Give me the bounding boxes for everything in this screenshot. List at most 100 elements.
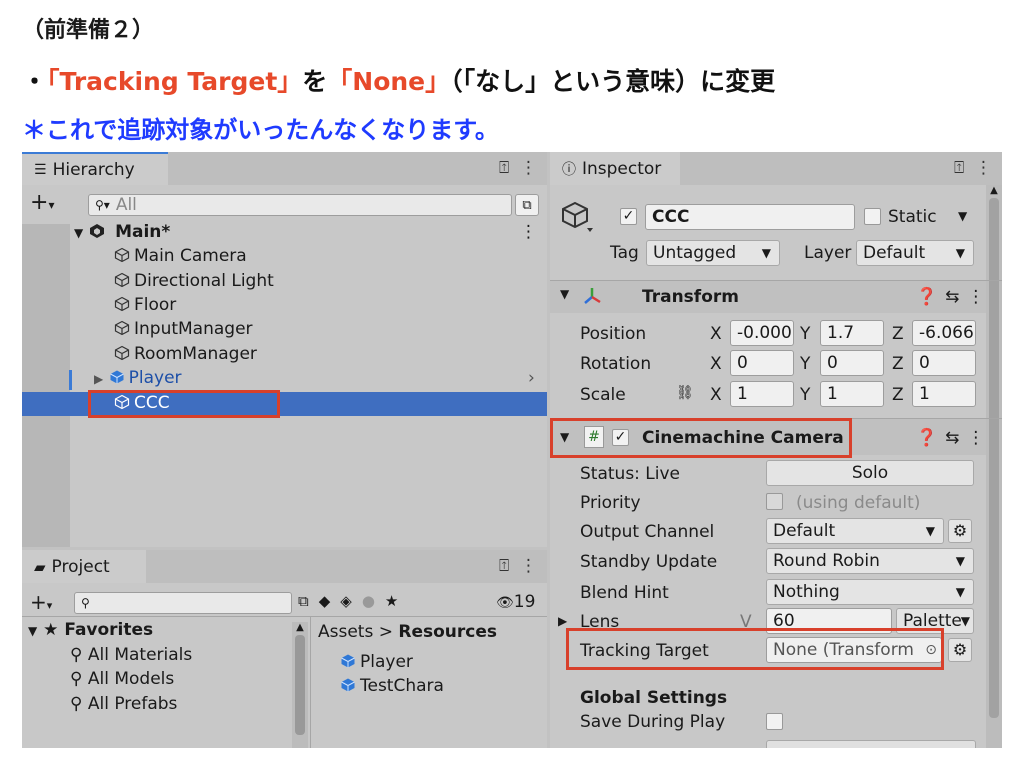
tag-dropdown[interactable]: Untagged ▼	[646, 240, 780, 266]
gear-icon[interactable]: ⚙	[948, 519, 972, 543]
next-dropdown-partial[interactable]	[766, 740, 976, 748]
item-label: Main Camera	[134, 246, 247, 266]
static-checkbox[interactable]	[864, 208, 881, 225]
solo-button[interactable]: Solo	[766, 460, 974, 486]
axis-y-label: Y	[800, 354, 811, 374]
static-dropdown-icon[interactable]: ▼	[958, 209, 967, 223]
hierarchy-item-roommanager[interactable]: RoomManager	[114, 344, 257, 364]
project-search-input[interactable]: ⚲	[74, 592, 292, 614]
step-instruction: ・「Tracking Target」を「None」（「なし」という意味）に変更	[22, 62, 775, 98]
kebab-menu-icon[interactable]: ⋮	[967, 428, 992, 448]
link-icon[interactable]: ⛓	[676, 385, 694, 401]
visibility-count[interactable]: 👁19	[496, 592, 535, 612]
breadcrumb-assets[interactable]: Assets	[318, 622, 373, 642]
tab-hierarchy[interactable]: ☰ Hierarchy	[22, 152, 168, 185]
lock-icon[interactable]: ⍐	[499, 158, 509, 178]
layer-dropdown[interactable]: Default ▼	[856, 240, 974, 266]
gameobject-large-icon[interactable]	[560, 200, 594, 234]
favorite-all-models[interactable]: ⚲ All Models	[70, 669, 174, 689]
kebab-menu-icon[interactable]: ⋮	[520, 556, 537, 576]
hierarchy-item-inputmanager[interactable]: InputManager	[114, 319, 253, 339]
preset-icon[interactable]: ⇆	[945, 428, 967, 448]
scroll-up-icon[interactable]: ▲	[292, 622, 308, 633]
axis-y-label: Y	[800, 385, 811, 405]
eye-icon: 👁	[496, 595, 514, 611]
hierarchy-item-floor[interactable]: Floor	[114, 295, 176, 315]
add-asset-button[interactable]: +▾	[30, 590, 52, 614]
log-icon[interactable]: ●	[362, 592, 385, 610]
hierarchy-item-main-camera[interactable]: Main Camera	[114, 246, 247, 266]
panel-controls[interactable]: ⍐ ⋮	[954, 158, 992, 178]
panel-controls[interactable]: ⍐ ⋮	[499, 158, 537, 178]
chevron-right-icon[interactable]: ›	[528, 368, 535, 388]
kebab-menu-icon[interactable]: ⋮	[967, 287, 992, 307]
save-during-play-checkbox[interactable]	[766, 713, 783, 730]
object-name-field[interactable]: CCC	[645, 204, 855, 230]
standby-update-dropdown[interactable]: Round Robin ▼	[766, 548, 974, 574]
label-filter-icon[interactable]: ◈	[340, 592, 362, 610]
scale-y-field[interactable]: 1	[820, 381, 884, 407]
search-input[interactable]: ⚲▾ All	[88, 194, 512, 216]
scale-x-field[interactable]: 1	[730, 381, 794, 407]
hierarchy-item-directional-light[interactable]: Directional Light	[114, 271, 274, 291]
kebab-menu-icon[interactable]: ⋮	[975, 158, 992, 178]
asset-testchara[interactable]: TestChara	[340, 676, 444, 696]
list-icon: ☰	[34, 161, 47, 178]
cinemachine-highlight-box	[550, 418, 852, 458]
favorite-all-materials[interactable]: ⚲ All Materials	[70, 645, 192, 665]
help-icon[interactable]: ❓	[916, 287, 945, 307]
expand-arrow-icon[interactable]: ▼	[28, 624, 37, 638]
scroll-thumb[interactable]	[989, 198, 999, 718]
add-button[interactable]: +▾	[30, 190, 54, 215]
rotation-y-field[interactable]: 0	[820, 350, 884, 376]
breadcrumb-resources[interactable]: Resources	[398, 622, 497, 642]
kebab-menu-icon[interactable]: ⋮	[520, 158, 537, 178]
favorite-all-prefabs[interactable]: ⚲ All Prefabs	[70, 694, 177, 714]
favorites-header[interactable]: ▼ ★ Favorites	[28, 620, 153, 640]
scale-z-field[interactable]: 1	[912, 381, 976, 407]
hierarchy-item-player[interactable]: ▶ Player	[94, 368, 182, 388]
blend-hint-dropdown[interactable]: Nothing ▼	[766, 579, 974, 605]
output-channel-dropdown[interactable]: Default ▼	[766, 518, 944, 544]
lock-icon[interactable]: ⍐	[954, 158, 964, 178]
rotation-z-field[interactable]: 0	[912, 350, 976, 376]
asset-player[interactable]: Player	[340, 652, 413, 672]
scroll-thumb[interactable]	[295, 635, 305, 735]
search-options-icon[interactable]: ⧉	[298, 592, 319, 610]
favorite-label: All Models	[87, 669, 175, 689]
tab-project[interactable]: ▰ Project	[22, 550, 146, 583]
folder-tree-scrollbar[interactable]: ▲	[292, 622, 308, 748]
expand-arrow-icon[interactable]: ▼	[560, 287, 569, 301]
scene-row[interactable]: ▼ Main*	[74, 222, 170, 242]
asset-label: TestChara	[360, 676, 444, 696]
active-checkbox[interactable]: ✓	[620, 208, 637, 225]
scroll-up-icon[interactable]: ▲	[986, 185, 1002, 196]
type-filter-icon[interactable]: ◆	[319, 592, 341, 610]
transform-icon	[584, 288, 601, 304]
preset-icon[interactable]: ⇆	[945, 287, 967, 307]
position-z-field[interactable]: -6.066	[912, 320, 976, 346]
scene-menu-icon[interactable]: ⋮	[520, 222, 537, 242]
inspector-scrollbar[interactable]: ▲	[986, 185, 1002, 748]
search-options-icon[interactable]: ⧉	[515, 194, 539, 216]
expand-arrow-icon[interactable]: ▶	[94, 372, 103, 386]
rotation-x-field[interactable]: 0	[730, 350, 794, 376]
priority-checkbox[interactable]	[766, 493, 783, 510]
lock-icon[interactable]: ⍐	[499, 556, 509, 576]
search-icon: ⚲▾	[95, 198, 110, 212]
component-controls[interactable]: ❓⇆⋮	[916, 287, 992, 307]
panel-controls[interactable]: ⍐ ⋮	[499, 556, 537, 576]
priority-value: (using default)	[796, 493, 921, 513]
prefab-icon	[341, 654, 355, 668]
component-controls[interactable]: ❓⇆⋮	[916, 428, 992, 448]
rotation-label: Rotation	[580, 354, 652, 374]
star-icon[interactable]: ★	[385, 592, 408, 610]
position-x-field[interactable]: -0.000	[730, 320, 794, 346]
expand-arrow-icon[interactable]: ▶	[558, 614, 567, 628]
tag-label: Tag	[610, 243, 639, 263]
position-y-field[interactable]: 1.7	[820, 320, 884, 346]
gear-icon[interactable]: ⚙	[948, 638, 972, 662]
tab-inspector[interactable]: ⓘ Inspector	[550, 152, 680, 185]
help-icon[interactable]: ❓	[916, 428, 945, 448]
expand-arrow-icon[interactable]: ▼	[74, 226, 83, 240]
